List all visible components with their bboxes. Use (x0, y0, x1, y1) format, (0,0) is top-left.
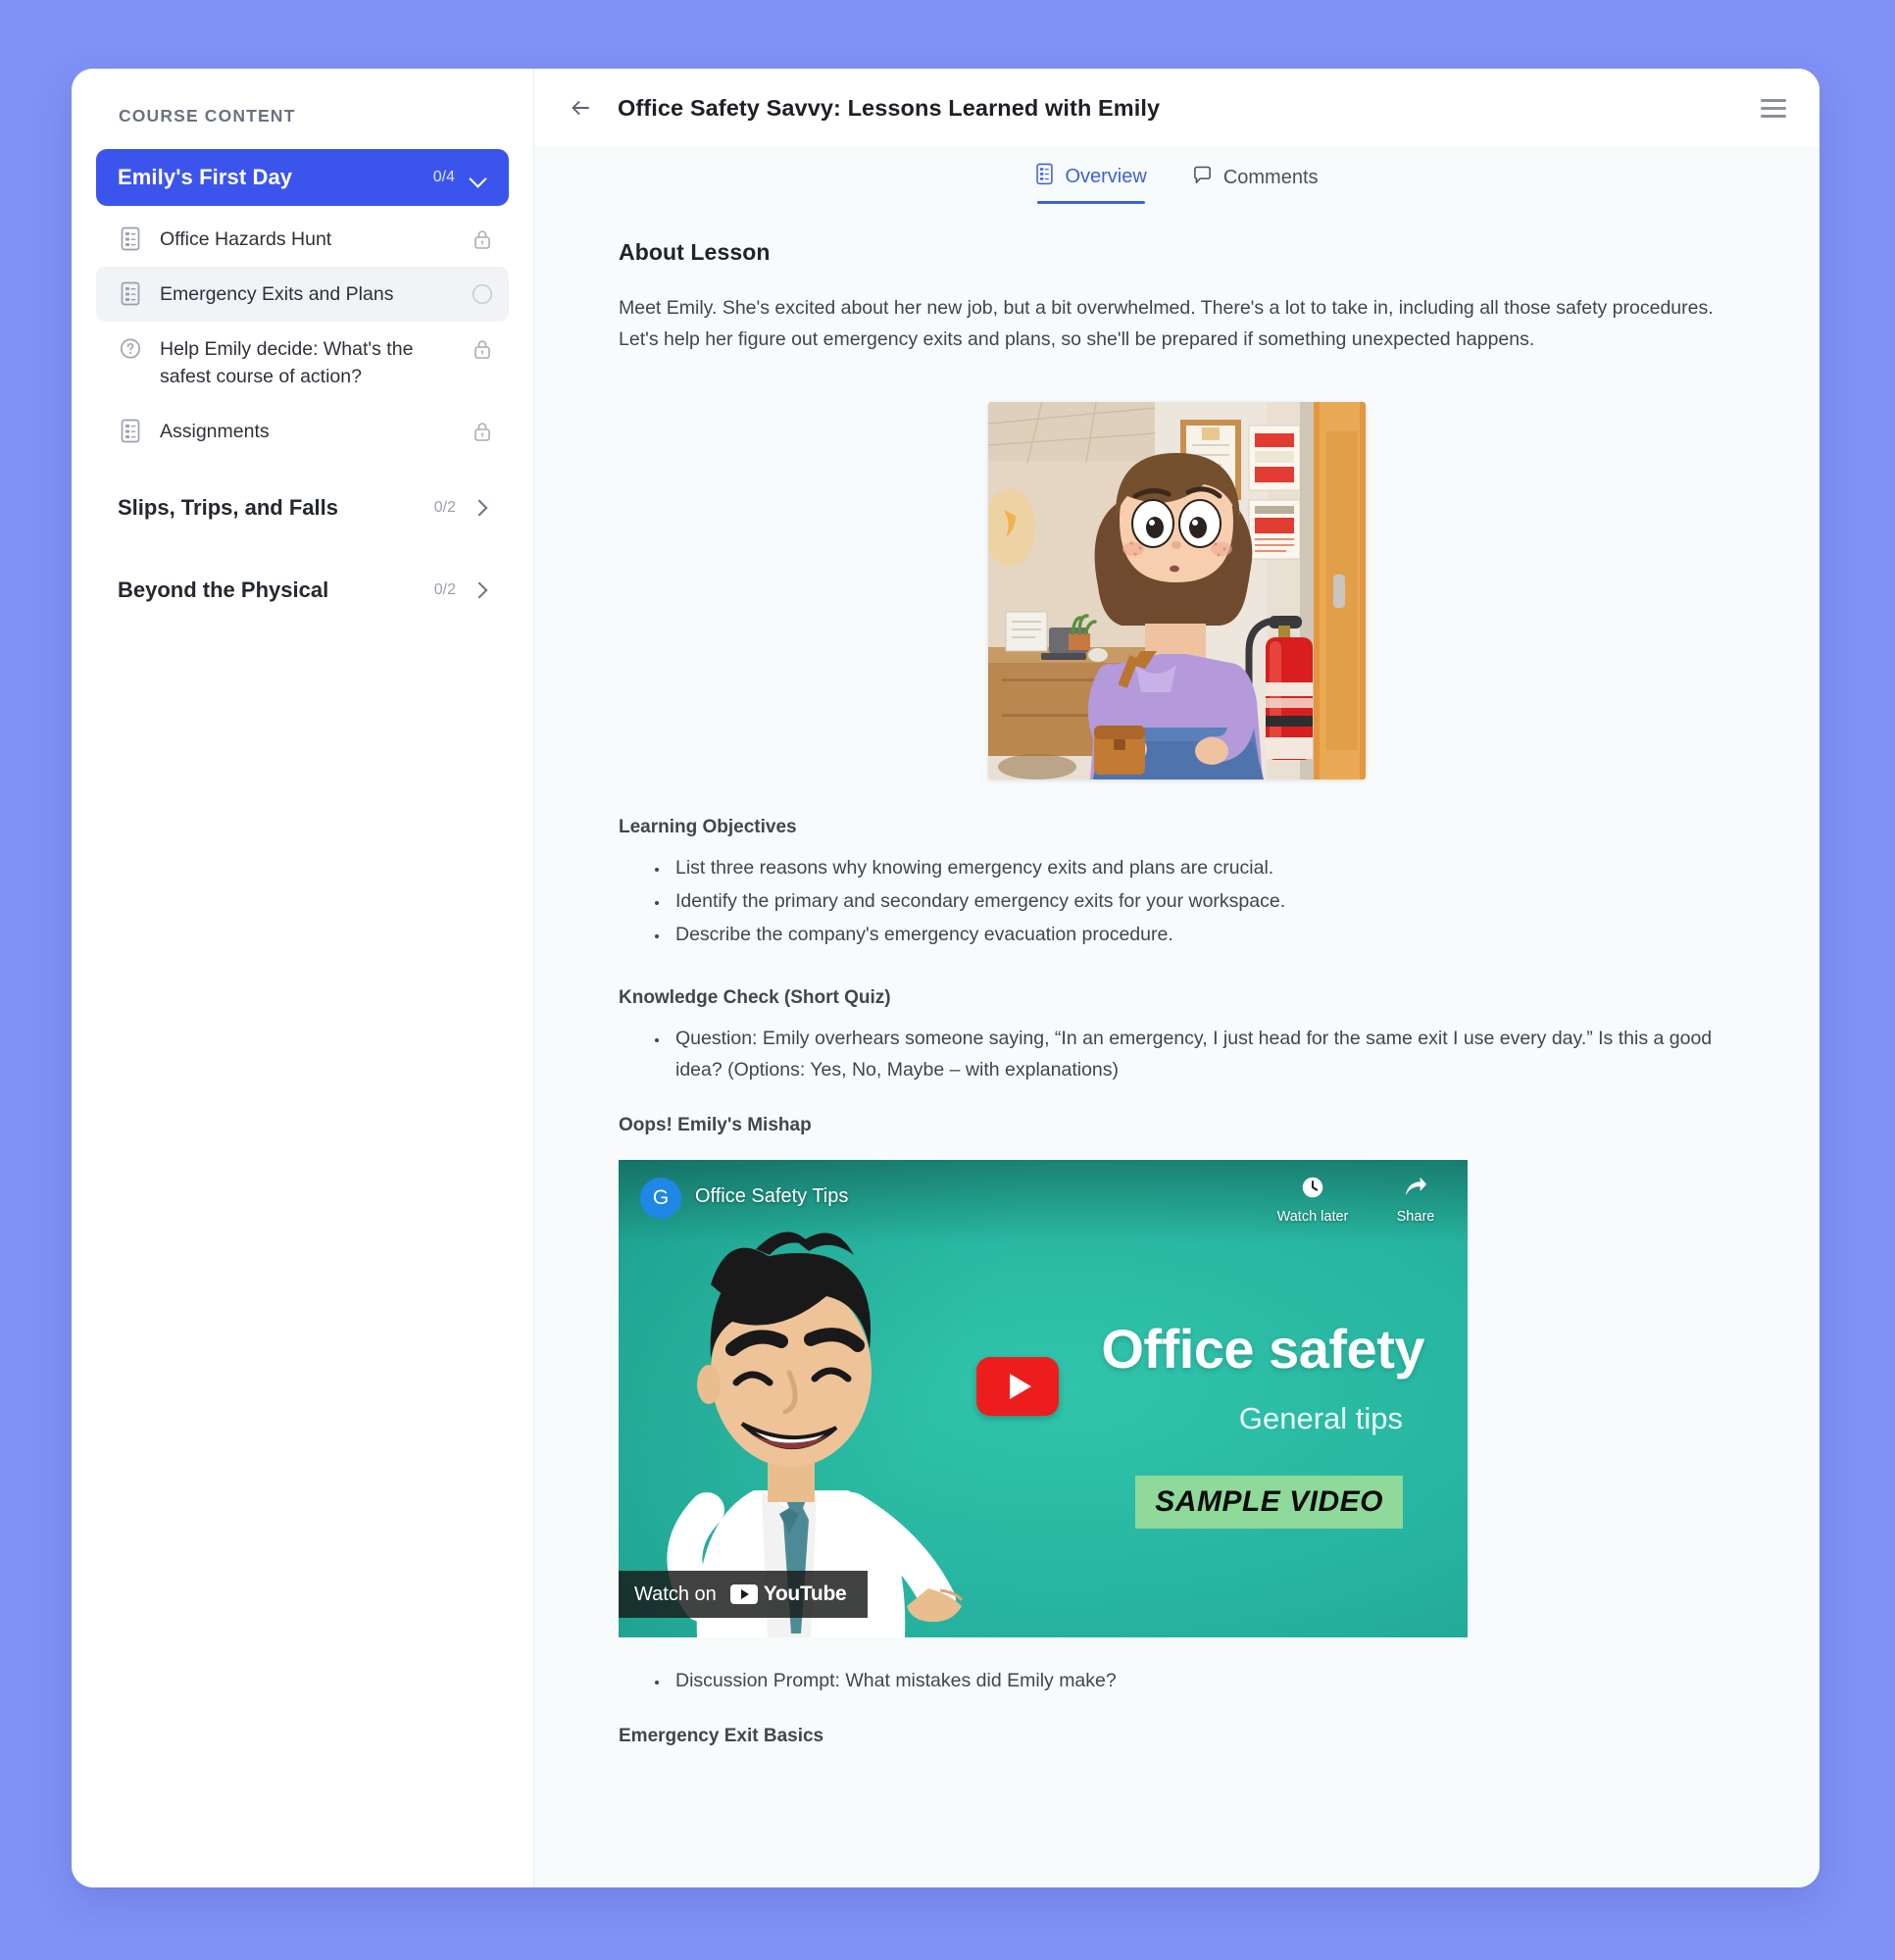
lesson-main-panel: Office Safety Savvy: Lessons Learned wit… (534, 69, 1820, 1887)
youtube-video-embed[interactable]: G Office Safety Tips Watch later Share O… (619, 1160, 1468, 1637)
share-arrow-icon (1381, 1174, 1450, 1203)
section-title: Emily's First Day (118, 165, 293, 189)
tab-overview[interactable]: Overview (1035, 163, 1147, 204)
tab-label: Overview (1065, 166, 1147, 187)
sidebar-section-slips-trips-and-falls[interactable]: Slips, Trips, and Falls 0/2 (96, 477, 509, 539)
lesson-title: Help Emily decide: What's the safest cou… (160, 338, 414, 387)
document-icon (120, 281, 141, 306)
video-headline: Office safety (1101, 1318, 1424, 1380)
circle-icon[interactable] (472, 283, 493, 305)
list-item: List three reasons why knowing emergency… (670, 852, 1735, 883)
question-icon (120, 336, 141, 361)
lesson-title: Assignments (160, 421, 270, 442)
lesson-header-bar: Office Safety Savvy: Lessons Learned wit… (534, 69, 1820, 147)
watch-later-button[interactable]: Watch later (1266, 1174, 1360, 1225)
arrow-left-icon[interactable] (566, 93, 595, 123)
lesson-content-area[interactable]: About Lesson Meet Emily. She's excited a… (534, 204, 1820, 1887)
comment-icon (1192, 165, 1213, 191)
lesson-item-assignments[interactable]: Assignments (96, 404, 509, 459)
hero-image-container (619, 402, 1735, 779)
chevron-down-icon[interactable] (471, 173, 487, 182)
course-content-sidebar: COURSE CONTENT Emily's First Day 0/4 Off… (72, 69, 534, 1887)
chevron-right-icon[interactable] (474, 500, 487, 516)
list-item: Question: Emily overhears someone saying… (670, 1023, 1735, 1085)
sample-video-label: SAMPLE VIDEO (1155, 1485, 1383, 1518)
document-icon (120, 419, 141, 443)
watch-on-youtube-button[interactable]: Watch on YouTube (619, 1571, 869, 1618)
channel-avatar[interactable]: G (640, 1178, 681, 1219)
lesson-list: Office Hazards Hunt Emergency Exits and … (96, 212, 509, 459)
lesson-intro-paragraph: Meet Emily. She's excited about her new … (619, 297, 1714, 350)
watch-on-label: Watch on (634, 1583, 717, 1605)
lesson-title: Emergency Exits and Plans (160, 283, 394, 305)
lesson-title: Office Hazards Hunt (160, 228, 332, 250)
lesson-tabs: Overview Comments (534, 147, 1820, 204)
course-content-heading: COURSE CONTENT (119, 106, 296, 126)
knowledge-check-heading: Knowledge Check (Short Quiz) (619, 987, 891, 1008)
lesson-item-emergency-exits-and-plans[interactable]: Emergency Exits and Plans (96, 267, 509, 322)
chevron-right-icon[interactable] (474, 582, 487, 598)
document-icon (120, 226, 141, 251)
about-lesson-heading: About Lesson (619, 239, 771, 265)
list-item: Discussion Prompt: What mistakes did Emi… (670, 1665, 1735, 1696)
section-title: Beyond the Physical (118, 578, 329, 602)
clock-icon (1266, 1174, 1360, 1203)
emergency-exit-basics-heading: Emergency Exit Basics (619, 1726, 824, 1746)
list-item: Identify the primary and secondary emerg… (670, 885, 1735, 917)
hamburger-menu-icon[interactable] (1761, 98, 1786, 118)
document-icon (1035, 163, 1054, 191)
lesson-item-help-emily-decide[interactable]: Help Emily decide: What's the safest cou… (96, 322, 509, 404)
tab-label: Comments (1222, 167, 1319, 188)
video-title[interactable]: Office Safety Tips (695, 1185, 848, 1208)
video-subheadline: General tips (1238, 1401, 1403, 1435)
section-progress-count: 0/2 (433, 499, 456, 516)
sidebar-section-beyond-the-physical[interactable]: Beyond the Physical 0/2 (96, 559, 509, 622)
section-progress-count: 0/4 (432, 169, 455, 185)
youtube-play-badge-icon (729, 1584, 758, 1604)
youtube-play-icon[interactable] (976, 1357, 1060, 1417)
lock-icon (472, 228, 493, 250)
lms-course-player-window: COURSE CONTENT Emily's First Day 0/4 Off… (72, 69, 1820, 1887)
share-button[interactable]: Share (1381, 1174, 1450, 1225)
tab-comments[interactable]: Comments (1192, 165, 1319, 204)
sidebar-section-emilys-first-day[interactable]: Emily's First Day 0/4 (96, 149, 509, 206)
emily-office-illustration (988, 402, 1366, 779)
lock-icon (472, 338, 493, 360)
share-label: Share (1396, 1209, 1435, 1225)
lock-icon (472, 421, 493, 442)
youtube-wordmark: YouTube (763, 1583, 847, 1605)
learning-objectives-list: List three reasons why knowing emergency… (670, 852, 1735, 950)
list-item: Describe the company's emergency evacuat… (670, 919, 1735, 950)
watch-later-label: Watch later (1276, 1209, 1349, 1225)
page-title: Office Safety Savvy: Lessons Learned wit… (618, 94, 1161, 121)
lesson-item-office-hazards-hunt[interactable]: Office Hazards Hunt (96, 212, 509, 267)
sample-video-badge: SAMPLE VIDEO (1135, 1476, 1403, 1529)
section-title: Slips, Trips, and Falls (118, 495, 338, 520)
youtube-logo: YouTube (729, 1583, 847, 1606)
learning-objectives-heading: Learning Objectives (619, 817, 797, 837)
knowledge-check-list: Question: Emily overhears someone saying… (670, 1023, 1735, 1085)
discussion-prompt-list: Discussion Prompt: What mistakes did Emi… (670, 1665, 1735, 1696)
section-progress-count: 0/2 (433, 581, 456, 598)
mishap-heading: Oops! Emily's Mishap (619, 1115, 812, 1135)
